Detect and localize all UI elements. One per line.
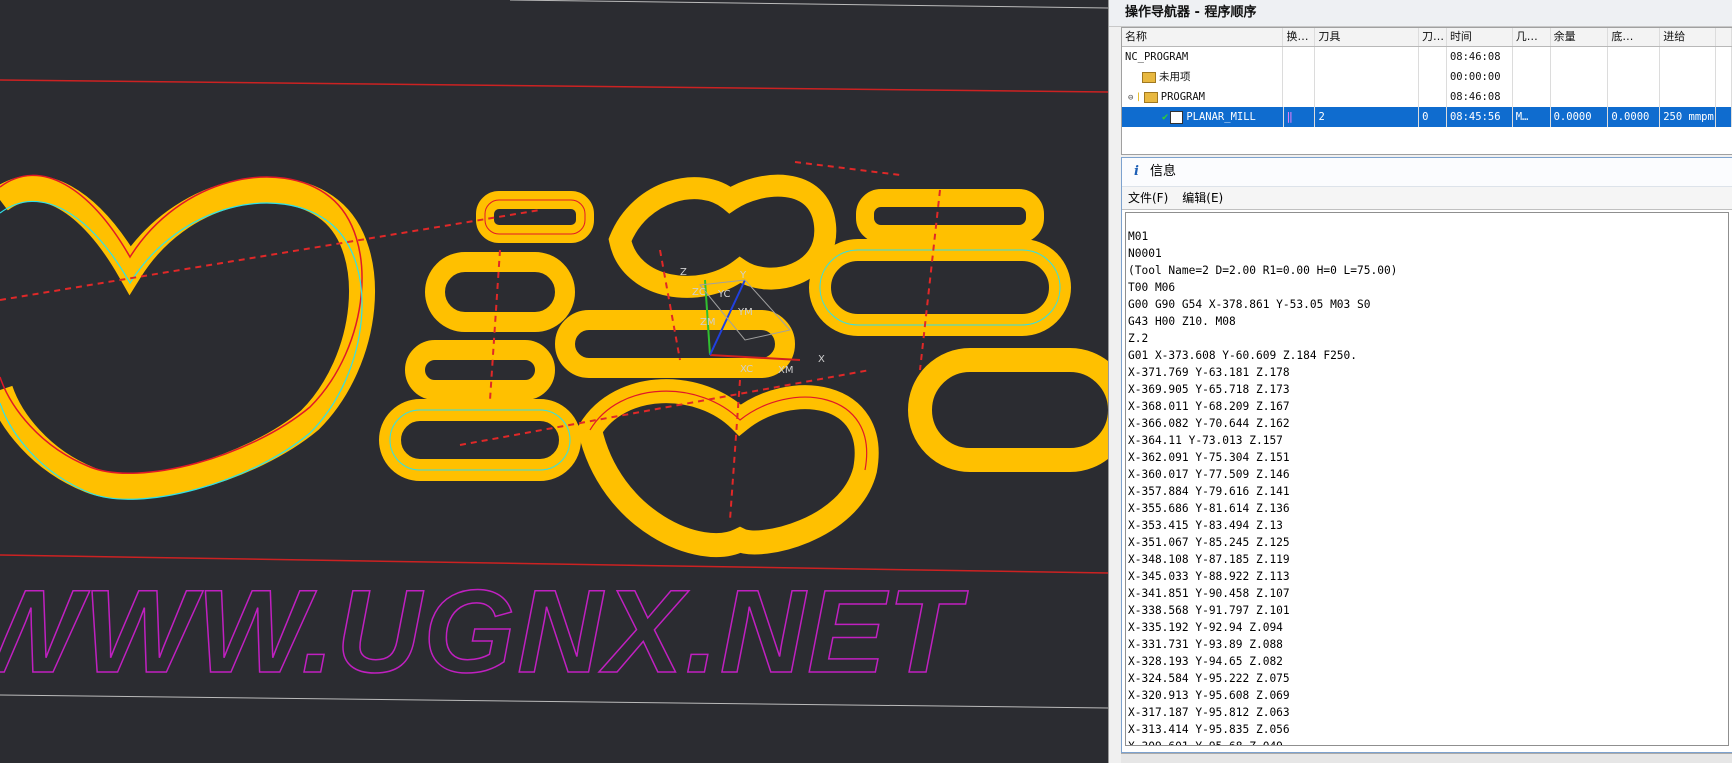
csys-label: Z xyxy=(680,267,687,278)
navigator-title: 操作导航器 - 程序顺序 xyxy=(1109,0,1732,27)
nc-code-line: X-335.192 Y-92.94 Z.094 xyxy=(1128,621,1283,634)
tool-change-icon: ‖ xyxy=(1286,111,1293,123)
row-time: 08:46:08 xyxy=(1447,87,1513,107)
table-row[interactable]: NC_PROGRAM 08:46:08 xyxy=(1122,47,1732,67)
grid-header: 名称 换… 刀具 刀… 时间 几… 余量 底… 进给 xyxy=(1122,28,1732,47)
row-time: 08:45:56 xyxy=(1446,107,1513,127)
nc-code-line: X-357.884 Y-79.616 Z.141 xyxy=(1128,485,1290,498)
table-row[interactable]: ⊖ ❘ PROGRAM 08:46:08 xyxy=(1122,87,1732,107)
check-icon: ✔ xyxy=(1162,111,1169,123)
nc-code-line: X-309.601 Y-95.68 Z.049 xyxy=(1128,738,1728,745)
row-name: PLANAR_MILL xyxy=(1186,111,1256,123)
column-header-floor[interactable]: 底… xyxy=(1608,28,1661,46)
nc-code-line: X-364.11 Y-73.013 Z.157 xyxy=(1128,434,1283,447)
nc-code-line: X-353.415 Y-83.494 Z.13 xyxy=(1128,519,1283,532)
row-tool-no: 0 xyxy=(1419,107,1447,127)
nc-code-line: X-324.584 Y-95.222 Z.075 xyxy=(1128,672,1290,685)
nc-code-line: Z.2 xyxy=(1128,332,1149,345)
info-window-title: i 信息 xyxy=(1122,158,1732,187)
menu-edit[interactable]: 编辑(E) xyxy=(1182,191,1223,205)
column-header-tool[interactable]: 刀具 xyxy=(1315,28,1420,46)
program-folder-icon xyxy=(1143,91,1158,103)
boundary-line-top xyxy=(0,79,1108,93)
row-stock: 0.0000 xyxy=(1550,107,1609,127)
status-strip xyxy=(1121,753,1732,763)
nc-code-line: X-348.108 Y-87.185 Z.119 xyxy=(1128,553,1290,566)
nc-code-line: G00 G90 G54 X-378.861 Y-53.05 M03 S0 xyxy=(1128,298,1371,311)
nc-code-line: X-313.414 Y-95.835 Z.056 xyxy=(1128,723,1290,736)
csys-label: YC xyxy=(717,289,731,300)
csys-label: X xyxy=(818,354,825,365)
table-row[interactable]: 未用项 00:00:00 xyxy=(1122,67,1732,87)
nc-code-line: X-360.017 Y-77.509 Z.146 xyxy=(1128,468,1290,481)
column-header-tool-no[interactable]: 刀… xyxy=(1419,28,1447,46)
nc-code-line: X-317.187 Y-95.812 Z.063 xyxy=(1128,706,1290,719)
collapse-icon[interactable]: ⊖ xyxy=(1128,93,1133,103)
graphics-viewport[interactable]: ZC YC ZM YM XC XM Z Y X WWW.UGNX.NET xyxy=(0,0,1108,763)
folder-icon xyxy=(1142,71,1156,83)
csys-label: ZC xyxy=(692,287,706,298)
nc-code-line: X-338.568 Y-91.797 Z.101 xyxy=(1128,604,1290,617)
column-header-stock[interactable]: 余量 xyxy=(1551,28,1609,46)
column-header-swap[interactable]: 换… xyxy=(1283,28,1316,46)
part-character-middle xyxy=(555,174,879,557)
right-panel: 操作导航器 - 程序顺序 名称 换… 刀具 刀… 时间 几… 余量 底… 进给 … xyxy=(1108,0,1732,763)
row-time: 00:00:00 xyxy=(1447,67,1513,87)
key-icon: ❘ xyxy=(1135,91,1142,103)
column-header-name[interactable]: 名称 xyxy=(1122,28,1284,46)
nc-code-line: X-371.769 Y-63.181 Z.178 xyxy=(1128,366,1290,379)
info-menubar: 文件(F) 编辑(E) xyxy=(1122,187,1732,210)
nc-code-line: X-345.033 Y-88.922 Z.113 xyxy=(1128,570,1290,583)
csys-label: Y xyxy=(739,270,747,281)
info-title-label: 信息 xyxy=(1150,164,1177,179)
nc-code-line: T00 M06 xyxy=(1128,281,1176,294)
part-character-left xyxy=(379,191,594,481)
csys-label: ZM xyxy=(700,317,715,328)
menu-file[interactable]: 文件(F) xyxy=(1128,191,1168,205)
nc-code-line: X-331.731 Y-93.89 Z.088 xyxy=(1128,638,1283,651)
column-header-geometry[interactable]: 几… xyxy=(1513,28,1551,46)
row-time: 08:46:08 xyxy=(1447,47,1513,67)
row-name: 未用项 xyxy=(1159,71,1191,83)
nc-code-line: X-320.913 Y-95.608 Z.069 xyxy=(1128,689,1290,702)
nc-code-textarea[interactable]: M01 N0001 (Tool Name=2 D=2.00 R1=0.00 H=0 … xyxy=(1125,212,1729,746)
nc-code-line: M01 xyxy=(1128,230,1149,243)
watermark-text: WWW.UGNX.NET xyxy=(0,566,969,698)
row-name: NC_PROGRAM xyxy=(1122,47,1284,67)
column-header-time[interactable]: 时间 xyxy=(1447,28,1513,46)
nc-code-line: X-368.011 Y-68.209 Z.167 xyxy=(1128,400,1290,413)
nc-code-line: N0001 xyxy=(1128,247,1162,260)
nc-code-line: X-328.193 Y-94.65 Z.082 xyxy=(1128,655,1283,668)
edge-line-top xyxy=(509,0,1108,9)
operation-icon xyxy=(1170,110,1184,124)
csys-label: YM xyxy=(737,307,753,318)
column-header-spacer xyxy=(1716,28,1732,46)
row-geometry: M… xyxy=(1512,107,1551,127)
csys-label: XM xyxy=(778,365,793,376)
nc-code-line: X-355.686 Y-81.614 Z.136 xyxy=(1128,502,1290,515)
row-name: PROGRAM xyxy=(1160,91,1206,103)
operation-navigator-grid[interactable]: 名称 换… 刀具 刀… 时间 几… 余量 底… 进给 NC_PROGRAM 08… xyxy=(1121,27,1732,155)
table-row-selected[interactable]: ✔ PLANAR_MILL ‖ 2 0 08:45:56 M… 0.0000 0.… xyxy=(1122,107,1732,127)
nc-code-line: X-362.091 Y-75.304 Z.151 xyxy=(1128,451,1290,464)
info-icon: i xyxy=(1134,164,1139,179)
nc-code-line: X-369.905 Y-65.718 Z.173 xyxy=(1128,383,1290,396)
row-tool: 2 xyxy=(1315,107,1420,127)
nc-code-line: X-351.067 Y-85.245 Z.125 xyxy=(1128,536,1290,549)
csys-label: XC xyxy=(740,364,753,375)
info-window: i 信息 文件(F) 编辑(E) M01 N0001 (Tool Name=2 D=2.… xyxy=(1121,157,1732,753)
nc-code-line: (Tool Name=2 D=2.00 R1=0.00 H=0 L=75.00) xyxy=(1128,264,1398,277)
part-heart-large xyxy=(0,174,375,500)
row-feed: 250 mmpm xyxy=(1660,107,1717,127)
column-header-feed[interactable]: 进给 xyxy=(1660,28,1717,46)
nc-code-line: G43 H00 Z10. M08 xyxy=(1128,315,1236,328)
row-floor: 0.0000 xyxy=(1608,107,1661,127)
nc-code-line: X-366.082 Y-70.644 Z.162 xyxy=(1128,417,1290,430)
cam-scene: ZC YC ZM YM XC XM Z Y X WWW.UGNX.NET xyxy=(0,0,1108,709)
nc-code-line: X-341.851 Y-90.458 Z.107 xyxy=(1128,587,1290,600)
nc-code-line: G01 X-373.608 Y-60.609 Z.184 F250. xyxy=(1128,349,1358,362)
